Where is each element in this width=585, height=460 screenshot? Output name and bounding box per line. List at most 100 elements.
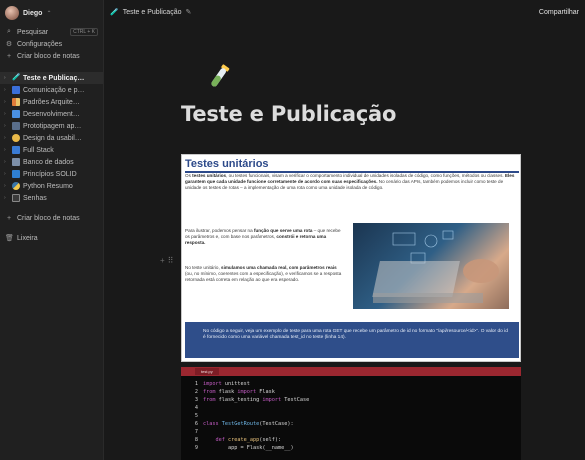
chevron-right-icon[interactable]: › [4, 135, 9, 141]
line-number: 1 [194, 381, 198, 387]
pencil-icon[interactable]: ✎ [185, 8, 191, 16]
code-line: 4 [181, 404, 521, 412]
code-token: from [203, 397, 216, 403]
test-tube-icon: 🧪 [12, 74, 21, 81]
sidebar-item-label: Comunicação e p… [23, 86, 85, 94]
code-token: import [262, 397, 282, 403]
line-number: 2 [194, 389, 198, 395]
sidebar-item-design[interactable]: › Design da usabil… [0, 132, 103, 144]
share-button[interactable]: Compartilhar [539, 9, 579, 16]
nav-search[interactable]: ⌕ Pesquisar CTRL + K [0, 26, 103, 38]
app-window: Diego ⌃ ⌕ Pesquisar CTRL + K ⚙ Configura… [0, 0, 585, 460]
plus-icon[interactable]: + [160, 256, 165, 265]
code-token: (self): [259, 437, 282, 443]
chevron-right-icon[interactable]: › [4, 123, 9, 129]
code-line: 8 def create_app (self): [181, 436, 521, 444]
phone-icon [12, 122, 20, 130]
sidebar-item-teste-publicacao[interactable]: › 🧪 Teste e Publicaç… [0, 72, 103, 84]
nav-settings[interactable]: ⚙ Configurações [0, 38, 103, 50]
sidebar-item-label: Banco de dados [23, 158, 74, 166]
block-handle[interactable]: + ⠿ [160, 256, 174, 265]
nav-search-label: Pesquisar [17, 28, 49, 36]
sidebar-item-solid[interactable]: › Princípios SOLID [0, 168, 103, 180]
line-number: 9 [194, 445, 198, 451]
sidebar-item-label: Design da usabil… [23, 134, 82, 142]
sidebar-item-python[interactable]: › Python Resumo [0, 180, 103, 192]
code-line: 3 from flask_testing import TestCase [181, 396, 521, 404]
code-token: from [203, 389, 216, 395]
drag-handle-icon[interactable]: ⠿ [168, 256, 174, 265]
code-token: class [203, 421, 219, 427]
chevron-right-icon[interactable]: › [4, 87, 9, 93]
chevron-right-icon[interactable]: › [4, 171, 9, 177]
sidebar-item-padroes[interactable]: › Padrões Arquite… [0, 96, 103, 108]
blocks-icon [12, 98, 20, 106]
palette-icon [12, 134, 20, 142]
sidebar-item-comunicacao[interactable]: › Comunicação e p… [0, 84, 103, 96]
chevron-right-icon[interactable]: › [4, 99, 9, 105]
create-notebook-bottom[interactable]: + Criar bloco de notas [0, 212, 103, 224]
doc-paragraph-1: Os testes unitários, ou testes funcionai… [185, 173, 515, 191]
doc-note-box: No código a seguir, veja um exemplo de t… [185, 322, 519, 358]
code-token: (TestCase): [259, 421, 294, 427]
chevron-right-icon[interactable]: › [4, 147, 9, 153]
code-token: TestCase [281, 397, 310, 403]
code-token: create_app [224, 437, 260, 443]
trash-button[interactable]: 🗑 Lixeira [0, 232, 103, 244]
trash-icon: 🗑 [5, 235, 14, 242]
python-icon [12, 182, 20, 190]
embedded-document-image: Testes unitários Os testes unitários, ou… [181, 154, 521, 362]
stack-icon [12, 146, 20, 154]
code-token: unittest [221, 381, 250, 387]
chat-icon [12, 86, 20, 94]
chevron-right-icon[interactable]: › [4, 75, 9, 81]
chevron-right-icon[interactable]: › [4, 111, 9, 117]
laptop-photo [353, 223, 509, 309]
chevron-right-icon[interactable]: › [4, 159, 9, 165]
line-number: 4 [194, 405, 198, 411]
chevron-right-icon[interactable]: › [4, 195, 9, 201]
breadcrumb-title[interactable]: Teste e Publicação [123, 9, 182, 16]
plus-icon: + [6, 214, 12, 222]
code-token: Flask [256, 389, 275, 395]
doc-heading: Testes unitários [185, 158, 519, 173]
topbar: 🧪 Teste e Publicação ✎ Compartilhar [104, 0, 585, 24]
sidebar-item-banco-dados[interactable]: › Banco de dados [0, 156, 103, 168]
chevron-right-icon[interactable]: › [4, 183, 9, 189]
line-number: 6 [194, 421, 198, 427]
sidebar-item-label: Python Resumo [23, 182, 73, 190]
code-token: def [215, 437, 225, 443]
code-token: import [237, 389, 257, 395]
create-notebook-label: Criar bloco de notas [17, 214, 80, 222]
line-number: 5 [194, 413, 198, 419]
doc-paragraph-2: Para ilustrar, podemos pensar na função … [185, 228, 341, 246]
nav-create-notebook[interactable]: + Criar bloco de notas [0, 50, 103, 62]
code-lines: 1 import unittest 2 from flask import Flask… [181, 376, 521, 452]
sidebar-item-label: Padrões Arquite… [23, 98, 80, 106]
sidebar-item-fullstack[interactable]: › Full Stack [0, 144, 103, 156]
doc-paragraph-3: No teste unitário, simulamos uma chamada… [185, 265, 342, 283]
sidebar-item-senhas[interactable]: › Senhas [0, 192, 103, 204]
sidebar-item-label: Prototipagem ap… [23, 122, 82, 130]
code-line: 6 class TestGetRoute (TestCase): [181, 420, 521, 428]
test-tube-icon[interactable] [204, 62, 234, 92]
code-titlebar: test.py [181, 367, 521, 376]
sidebar-item-prototipagem[interactable]: › Prototipagem ap… [0, 120, 103, 132]
workspace-switcher[interactable]: Diego ⌃ [0, 0, 103, 26]
code-image: test.py 1 import unittest 2 from flask impo… [181, 367, 521, 460]
sidebar-item-desenvolvimento[interactable]: › Desenvolviment… [0, 108, 103, 120]
code-tab: test.py [195, 368, 219, 375]
code-token: TestGetRoute [218, 421, 260, 427]
page-list: › 🧪 Teste e Publicaç… › Comunicação e p…… [0, 72, 103, 204]
code-token: app = Flask(__name__) [203, 445, 294, 451]
sidebar-item-label: Teste e Publicaç… [23, 74, 85, 82]
page-title[interactable]: Teste e Publicação [181, 102, 396, 126]
line-number: 8 [194, 437, 198, 443]
database-icon [12, 158, 20, 166]
gear-icon: ⚙ [5, 41, 13, 48]
code-line: 2 from flask import Flask [181, 388, 521, 396]
plus-icon: + [6, 52, 12, 60]
sidebar-item-label: Desenvolviment… [23, 110, 80, 118]
code-token: flask [215, 389, 238, 395]
